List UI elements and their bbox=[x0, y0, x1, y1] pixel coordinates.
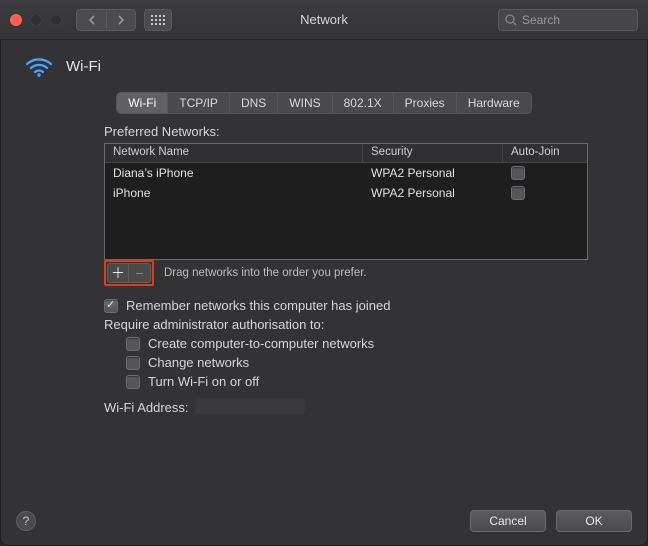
wifi-address-label: Wi-Fi Address: bbox=[104, 400, 189, 415]
tab-wins[interactable]: WINS bbox=[278, 93, 332, 113]
drag-order-hint: Drag networks into the order you prefer. bbox=[164, 267, 367, 279]
help-button[interactable]: ? bbox=[16, 511, 36, 531]
tab-dns[interactable]: DNS bbox=[230, 93, 278, 113]
admin-auth-label: Require administrator authorisation to: bbox=[104, 317, 588, 332]
cell-security: WPA2 Personal bbox=[363, 186, 503, 200]
admin-opt-row[interactable]: Turn Wi-Fi on or off bbox=[126, 374, 588, 389]
remember-networks-checkbox[interactable] bbox=[104, 299, 118, 313]
panel-title: Wi-Fi bbox=[66, 58, 101, 75]
cancel-button[interactable]: Cancel bbox=[470, 510, 546, 532]
cell-security: WPA2 Personal bbox=[363, 166, 503, 180]
titlebar: Network Search bbox=[0, 0, 648, 40]
tab-8021x[interactable]: 802.1X bbox=[333, 93, 394, 113]
wifi-icon bbox=[24, 54, 54, 78]
col-network-name[interactable]: Network Name bbox=[105, 144, 363, 162]
remember-networks-row[interactable]: Remember networks this computer has join… bbox=[104, 298, 588, 313]
table-row[interactable]: iPhone WPA2 Personal bbox=[105, 183, 587, 203]
admin-opt-label: Create computer-to-computer networks bbox=[148, 336, 374, 351]
admin-opt-label: Turn Wi-Fi on or off bbox=[148, 374, 259, 389]
tab-hardware[interactable]: Hardware bbox=[457, 93, 531, 113]
search-icon bbox=[505, 14, 517, 26]
admin-opt-label: Change networks bbox=[148, 355, 249, 370]
remember-networks-label: Remember networks this computer has join… bbox=[126, 298, 390, 313]
table-row[interactable]: Diana’s iPhone WPA2 Personal bbox=[105, 163, 587, 183]
cell-network-name: iPhone bbox=[105, 186, 363, 200]
window-title: Network bbox=[0, 12, 648, 27]
col-security[interactable]: Security bbox=[363, 144, 503, 162]
cell-network-name: Diana’s iPhone bbox=[105, 166, 363, 180]
tab-tcpip[interactable]: TCP/IP bbox=[168, 93, 230, 113]
autojoin-checkbox[interactable] bbox=[511, 166, 525, 180]
autojoin-checkbox[interactable] bbox=[511, 186, 525, 200]
tab-bar: Wi-Fi TCP/IP DNS WINS 802.1X Proxies Har… bbox=[0, 92, 648, 114]
tab-wifi[interactable]: Wi-Fi bbox=[117, 93, 168, 113]
add-network-highlight: ＋ − bbox=[104, 260, 154, 286]
admin-checkbox[interactable] bbox=[126, 356, 140, 370]
preferred-networks-label: Preferred Networks: bbox=[104, 124, 588, 139]
admin-opt-row[interactable]: Change networks bbox=[126, 355, 588, 370]
panel-header: Wi-Fi bbox=[0, 40, 648, 86]
add-network-button[interactable]: ＋ bbox=[107, 263, 129, 283]
remove-network-button[interactable]: − bbox=[129, 263, 151, 283]
wifi-address-value bbox=[195, 399, 305, 415]
admin-opt-row[interactable]: Create computer-to-computer networks bbox=[126, 336, 588, 351]
admin-checkbox[interactable] bbox=[126, 375, 140, 389]
preferred-networks-table: Network Name Security Auto-Join Diana’s … bbox=[104, 143, 588, 260]
footer: ? Cancel OK bbox=[0, 500, 648, 546]
ok-button[interactable]: OK bbox=[556, 510, 632, 532]
tab-proxies[interactable]: Proxies bbox=[394, 93, 457, 113]
col-auto-join[interactable]: Auto-Join bbox=[503, 144, 587, 162]
admin-checkbox[interactable] bbox=[126, 337, 140, 351]
